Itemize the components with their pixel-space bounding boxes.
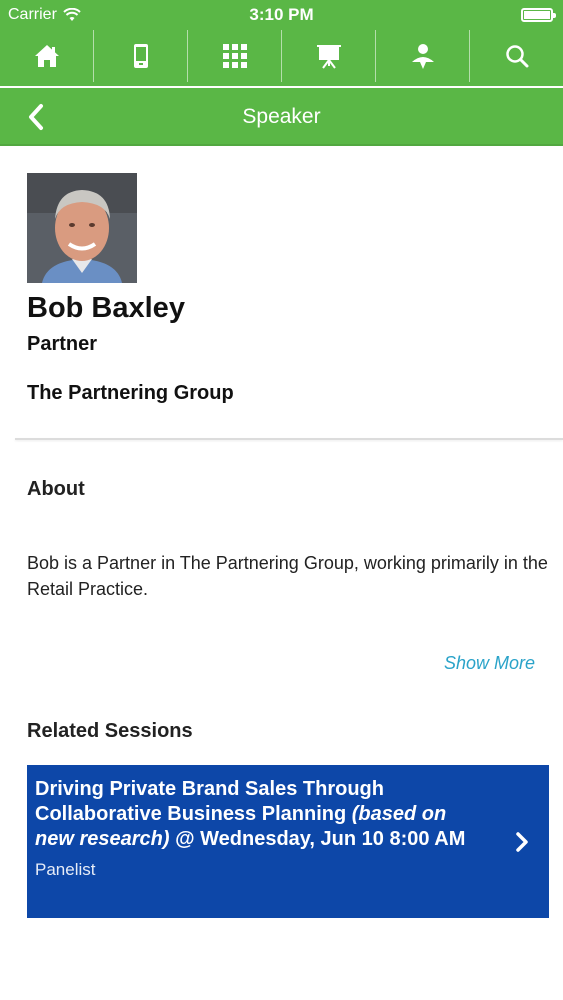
show-more-link[interactable]: Show More xyxy=(444,653,535,674)
nav-speakers[interactable] xyxy=(376,30,470,82)
speaker-title: Partner xyxy=(27,333,98,355)
about-heading: About xyxy=(27,478,85,500)
page-title: Speaker xyxy=(242,105,321,128)
presentation-easel-icon xyxy=(316,45,341,69)
status-bar: Carrier 3:10 PM xyxy=(0,0,563,30)
nav-home[interactable] xyxy=(0,30,94,82)
about-text: Bob is a Partner in The Partnering Group… xyxy=(27,553,548,599)
speaker-company: The Partnering Group xyxy=(27,382,234,404)
speaker-photo xyxy=(27,173,137,283)
session-title-time: @ Wednesday, Jun 10 8:00 AM xyxy=(169,828,466,850)
session-title-main: Driving Private Brand Sales Through Coll… xyxy=(35,778,384,825)
search-icon xyxy=(505,45,528,68)
speaker-name: Bob Baxley xyxy=(27,292,185,324)
related-sessions-heading: Related Sessions xyxy=(27,720,193,742)
chevron-right-icon xyxy=(516,832,528,852)
nav-search[interactable] xyxy=(470,30,563,82)
session-role: Panelist xyxy=(35,860,96,879)
nav-mobile[interactable] xyxy=(94,30,188,82)
title-bar: Speaker xyxy=(0,88,563,146)
nav-qr[interactable] xyxy=(188,30,282,82)
main-nav-bar xyxy=(0,30,563,86)
section-divider xyxy=(15,438,563,440)
mobile-device-icon xyxy=(133,44,148,68)
status-time: 3:10 PM xyxy=(249,5,314,24)
home-icon xyxy=(34,45,59,67)
related-session-card[interactable]: Driving Private Brand Sales Through Coll… xyxy=(27,765,549,918)
session-title: Driving Private Brand Sales Through Coll… xyxy=(35,777,489,852)
battery-icon xyxy=(521,8,556,22)
speaker-person-icon xyxy=(411,44,434,69)
app-top-bar: Carrier 3:10 PM xyxy=(0,0,563,86)
qr-code-icon xyxy=(222,44,247,68)
nav-sessions[interactable] xyxy=(282,30,376,82)
